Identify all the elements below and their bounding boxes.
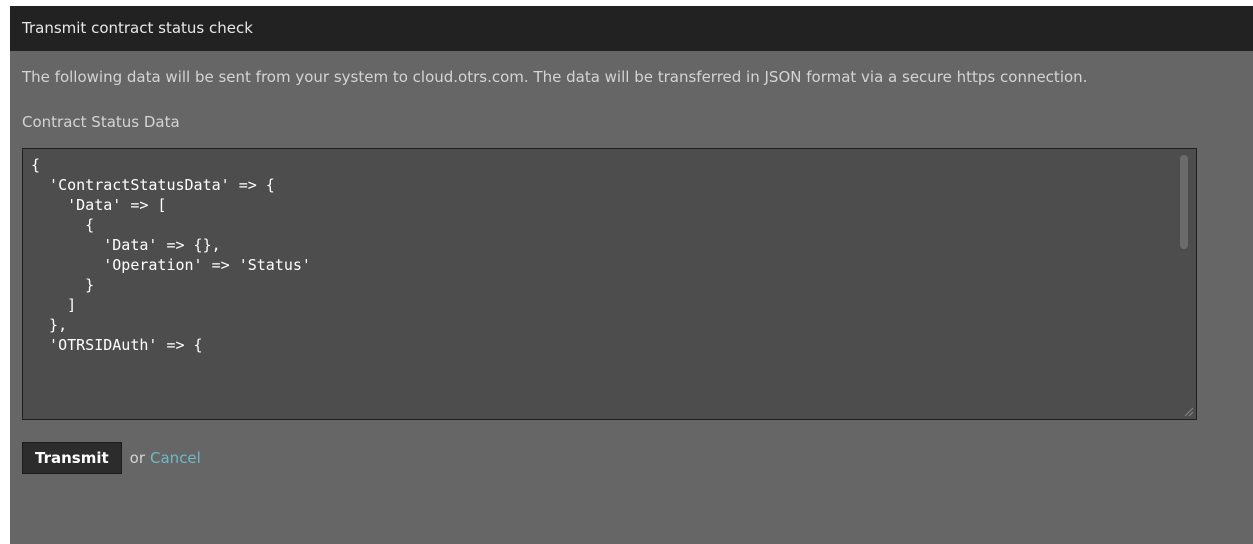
dialog-header: Transmit contract status check [10, 6, 1253, 51]
code-content: { 'ContractStatusData' => { 'Data' => [ … [31, 156, 311, 354]
or-text: or [129, 449, 146, 467]
transmit-button[interactable]: Transmit [22, 442, 122, 474]
cancel-link[interactable]: Cancel [150, 449, 201, 467]
resize-handle-icon[interactable] [1182, 405, 1194, 417]
transmit-dialog: Transmit contract status check The follo… [10, 6, 1253, 544]
dialog-actions: Transmit or Cancel [22, 442, 1241, 474]
scrollbar-thumb[interactable] [1180, 155, 1188, 249]
section-label: Contract Status Data [22, 113, 180, 131]
dialog-title: Transmit contract status check [22, 19, 253, 37]
contract-status-data-textarea[interactable]: { 'ContractStatusData' => { 'Data' => [ … [22, 148, 1197, 420]
intro-text: The following data will be sent from you… [22, 68, 1088, 86]
dialog-content: The following data will be sent from you… [10, 51, 1253, 474]
